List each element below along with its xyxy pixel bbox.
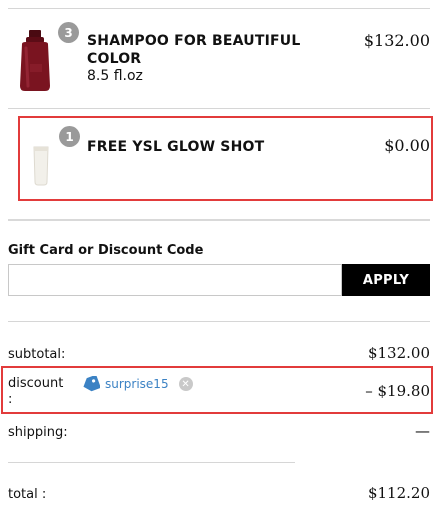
item-price: $132.00 xyxy=(363,31,430,50)
discount-label: discount : xyxy=(8,376,63,408)
item-name-line2: COLOR xyxy=(87,51,142,67)
subtotal-value: $132.00 xyxy=(367,344,430,362)
total-label: total : xyxy=(8,487,47,502)
shampoo-bottle-image xyxy=(20,30,50,91)
item-name: SHAMPOO FOR BEAUTIFUL COLOR xyxy=(87,32,300,68)
total-value: $112.20 xyxy=(367,484,430,502)
total-divider xyxy=(8,462,295,463)
item-price: $0.00 xyxy=(384,136,430,155)
cart-item-ysl-glow-shot: 1 FREE YSL GLOW SHOT $0.00 xyxy=(0,116,438,201)
form-divider xyxy=(8,321,430,322)
item-name: FREE YSL GLOW SHOT xyxy=(87,139,265,155)
price-tag-icon xyxy=(83,376,100,392)
subtotal-label: subtotal: xyxy=(8,347,66,362)
shipping-label: shipping: xyxy=(8,425,68,440)
applied-discount-tag: surprise15 ✕ xyxy=(82,376,193,392)
item-size: 8.5 fl.oz xyxy=(87,68,143,84)
items-end-divider xyxy=(8,219,430,221)
discount-code-text: surprise15 xyxy=(105,377,169,391)
discount-code-input[interactable] xyxy=(8,264,342,296)
discount-label-line2: : xyxy=(8,392,13,407)
shipping-value: — xyxy=(415,422,430,440)
close-circle-icon[interactable]: ✕ xyxy=(178,377,193,391)
quantity-badge: 1 xyxy=(59,126,80,147)
apply-button[interactable]: APPLY xyxy=(342,264,430,296)
discount-label-line1: discount xyxy=(8,376,64,391)
discount-value: – $19.80 xyxy=(365,382,430,400)
discount-code-label: Gift Card or Discount Code xyxy=(8,243,204,258)
item-name-line1: SHAMPOO FOR BEAUTIFUL xyxy=(87,33,301,49)
quantity-badge: 3 xyxy=(58,22,79,43)
tube-image xyxy=(33,146,49,186)
cart-item-shampoo: 3 SHAMPOO FOR BEAUTIFUL COLOR 8.5 fl.oz … xyxy=(0,0,438,108)
item-divider xyxy=(8,108,430,109)
